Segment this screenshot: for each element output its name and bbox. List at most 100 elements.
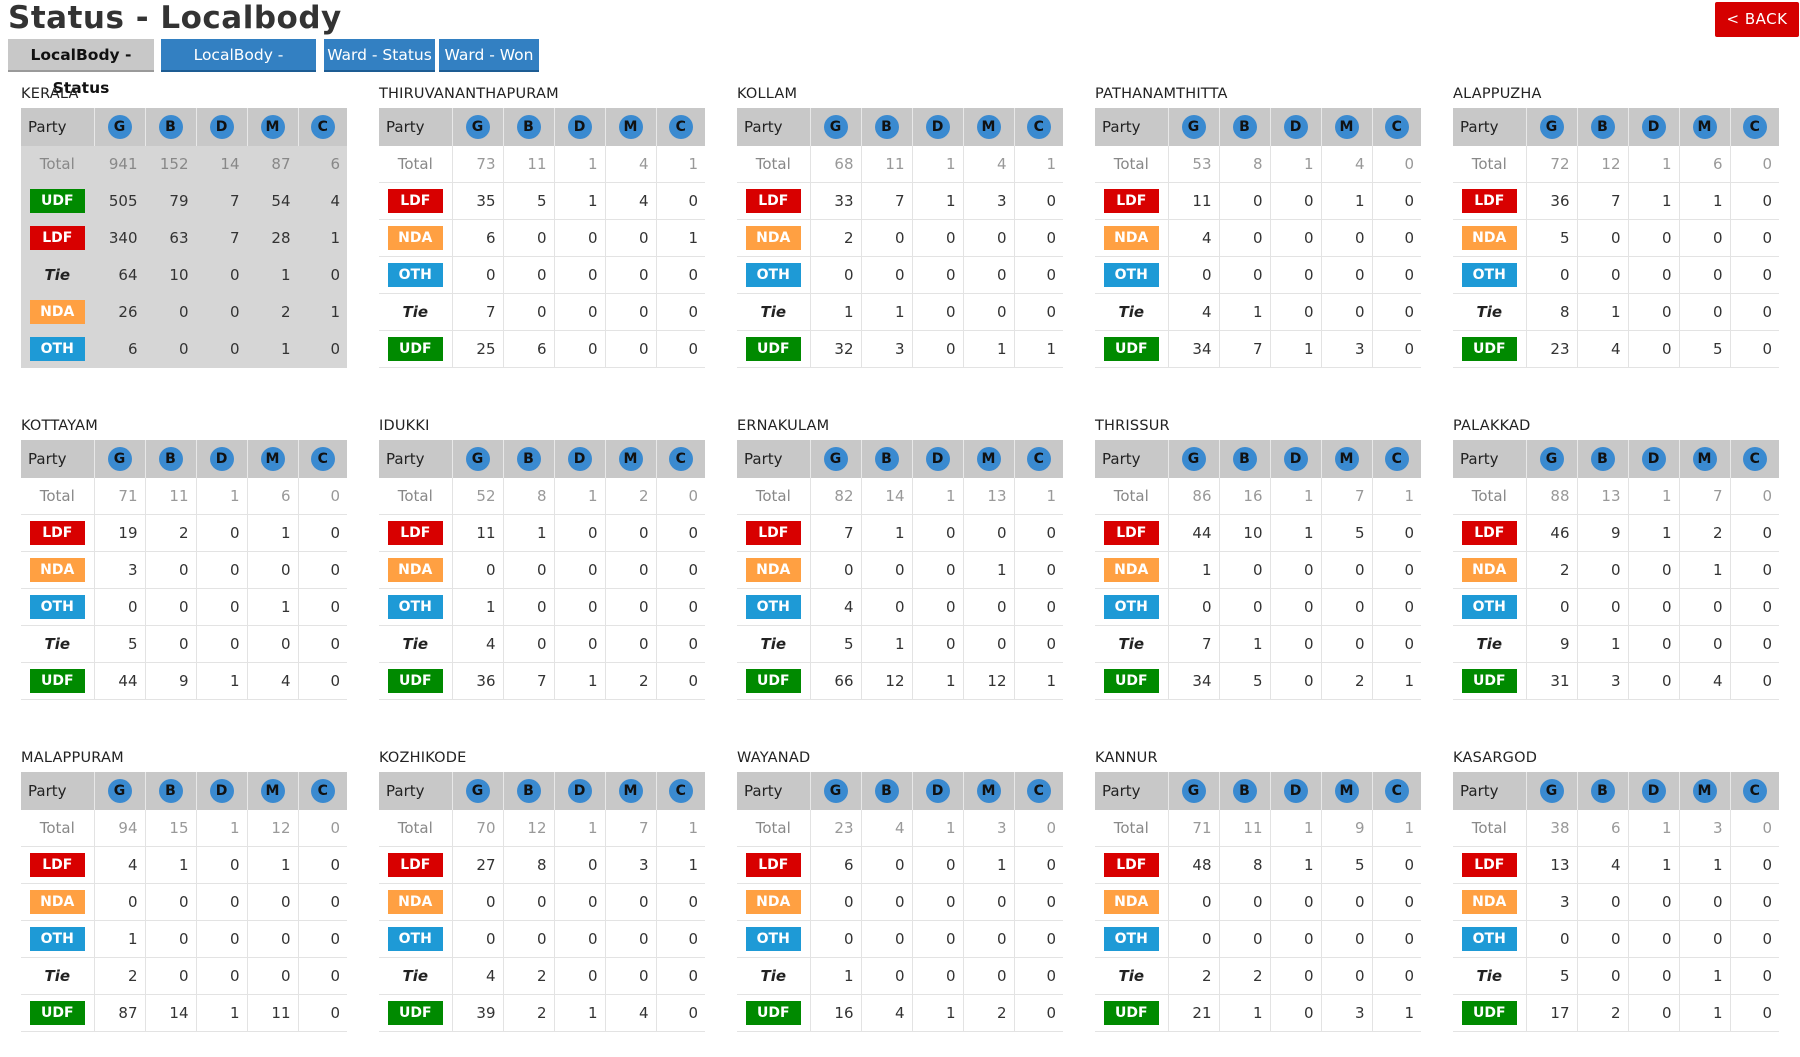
table-row: Tie 5 1 0 0 0 <box>737 625 1063 663</box>
party-badge-nda: NDA <box>387 558 443 582</box>
party-badge-ldf: LDF <box>1103 521 1159 545</box>
table-row: Tie 2 2 0 0 0 <box>1095 957 1421 995</box>
value-cell-m: 4 <box>963 146 1015 183</box>
value-cell-g: 36 <box>452 662 504 700</box>
column-header-d: D <box>196 108 248 146</box>
value-cell-d: 0 <box>912 846 964 884</box>
district-table: Party G B D M C Total 53 8 1 4 0 LDF 11 0 0 1 0 NDA 4 0 0 0 0 OT… <box>1095 108 1421 368</box>
value-cell-c: 0 <box>1014 957 1063 995</box>
party-cell: OTH <box>379 256 453 294</box>
value-cell-m: 12 <box>247 810 299 847</box>
tab-localbody-status[interactable]: LocalBody - Status <box>8 39 154 97</box>
table-row: UDF 32 3 0 1 1 <box>737 330 1063 368</box>
table-row: OTH 0 0 0 0 0 <box>1095 588 1421 626</box>
column-header-b: B <box>503 772 555 810</box>
value-cell-m: 0 <box>963 957 1015 995</box>
party-badge-nda: NDA <box>29 300 85 324</box>
value-cell-b: 0 <box>861 219 913 257</box>
value-cell-m: 3 <box>605 846 657 884</box>
value-cell-c: 0 <box>1014 256 1063 294</box>
value-cell-m: 1 <box>1679 846 1731 884</box>
value-cell-m: 2 <box>247 293 299 331</box>
value-cell-g: 66 <box>810 662 862 700</box>
value-cell-c: 0 <box>298 551 347 589</box>
tie-label: Tie <box>44 967 71 985</box>
table-row: UDF 44 9 1 4 0 <box>21 662 347 700</box>
value-cell-m: 54 <box>247 182 299 220</box>
value-cell-c: 0 <box>298 846 347 884</box>
column-header-d: D <box>196 772 248 810</box>
value-cell-d: 1 <box>1270 514 1322 552</box>
table-row: NDA 0 0 0 0 0 <box>1095 883 1421 921</box>
value-cell-g: 4 <box>452 625 504 663</box>
party-column-header: Party <box>1095 772 1169 810</box>
value-cell-c: 0 <box>656 994 705 1032</box>
column-circle-c: C <box>668 779 693 803</box>
party-cell: LDF <box>21 846 95 884</box>
table-row: LDF 4 1 0 1 0 <box>21 846 347 884</box>
value-cell-b: 4 <box>861 810 913 847</box>
party-badge-ldf: LDF <box>29 521 85 545</box>
party-column-header: Party <box>1453 772 1527 810</box>
party-badge-oth: OTH <box>1461 595 1517 619</box>
value-cell-m: 1 <box>963 551 1015 589</box>
value-cell-g: 82 <box>810 478 862 515</box>
tab-ward-won[interactable]: Ward - Won <box>439 39 539 72</box>
value-cell-b: 0 <box>503 625 555 663</box>
column-circle-c: C <box>1384 779 1409 803</box>
value-cell-b: 0 <box>1219 920 1271 958</box>
table-row: LDF 13 4 1 1 0 <box>1453 846 1779 884</box>
party-cell: NDA <box>1095 219 1169 257</box>
party-badge-oth: OTH <box>1103 927 1159 951</box>
value-cell-c: 1 <box>1372 810 1421 847</box>
party-cell: Tie <box>1095 293 1169 331</box>
table-row: Total 53 8 1 4 0 <box>1095 146 1421 183</box>
tab-ward-status[interactable]: Ward - Status <box>324 39 435 72</box>
value-cell-m: 0 <box>1679 588 1731 626</box>
table-row: NDA 0 0 0 0 0 <box>737 883 1063 921</box>
value-cell-b: 1 <box>1219 994 1271 1032</box>
value-cell-b: 1 <box>861 293 913 331</box>
value-cell-d: 0 <box>912 625 964 663</box>
tab-localbody-majority[interactable]: LocalBody - Majority <box>161 39 316 97</box>
party-cell: OTH <box>737 256 811 294</box>
value-cell-d: 1 <box>1628 846 1680 884</box>
party-badge-ldf: LDF <box>29 226 85 250</box>
back-button[interactable]: < BACK <box>1715 2 1799 37</box>
value-cell-d: 0 <box>196 920 248 958</box>
table-row: Total 71 11 1 6 0 <box>21 478 347 515</box>
party-cell: OTH <box>1095 588 1169 626</box>
tie-label: Tie <box>44 266 71 284</box>
value-cell-c: 0 <box>1730 883 1779 921</box>
party-cell: LDF <box>1095 514 1169 552</box>
column-header-g: G <box>1168 772 1220 810</box>
table-row: NDA 2 0 0 1 0 <box>1453 551 1779 589</box>
value-cell-c: 0 <box>1014 625 1063 663</box>
table-row: LDF 27 8 0 3 1 <box>379 846 705 884</box>
value-cell-b: 10 <box>1219 514 1271 552</box>
value-cell-d: 1 <box>554 994 606 1032</box>
column-circle-d: D <box>925 115 950 139</box>
value-cell-m: 28 <box>247 219 299 257</box>
value-cell-c: 1 <box>1372 994 1421 1032</box>
value-cell-g: 38 <box>1526 810 1578 847</box>
column-header-g: G <box>1526 108 1578 146</box>
table-row: Total 52 8 1 2 0 <box>379 478 705 515</box>
column-circle-d: D <box>209 779 234 803</box>
district-name: PATHANAMTHITTA <box>1095 86 1228 102</box>
value-cell-c: 1 <box>656 219 705 257</box>
value-cell-m: 1 <box>1679 957 1731 995</box>
value-cell-c: 0 <box>1730 293 1779 331</box>
party-cell: Total <box>1095 478 1169 515</box>
party-cell: UDF <box>21 662 95 700</box>
value-cell-b: 1 <box>1219 625 1271 663</box>
column-header-g: G <box>452 440 504 478</box>
value-cell-d: 0 <box>554 330 606 368</box>
value-cell-c: 0 <box>1372 883 1421 921</box>
table-row: UDF 87 14 1 11 0 <box>21 994 347 1032</box>
value-cell-c: 1 <box>298 219 347 257</box>
party-cell: Total <box>379 478 453 515</box>
party-badge-udf: UDF <box>29 189 85 213</box>
value-cell-b: 3 <box>861 330 913 368</box>
table-row: Total 38 6 1 3 0 <box>1453 810 1779 847</box>
